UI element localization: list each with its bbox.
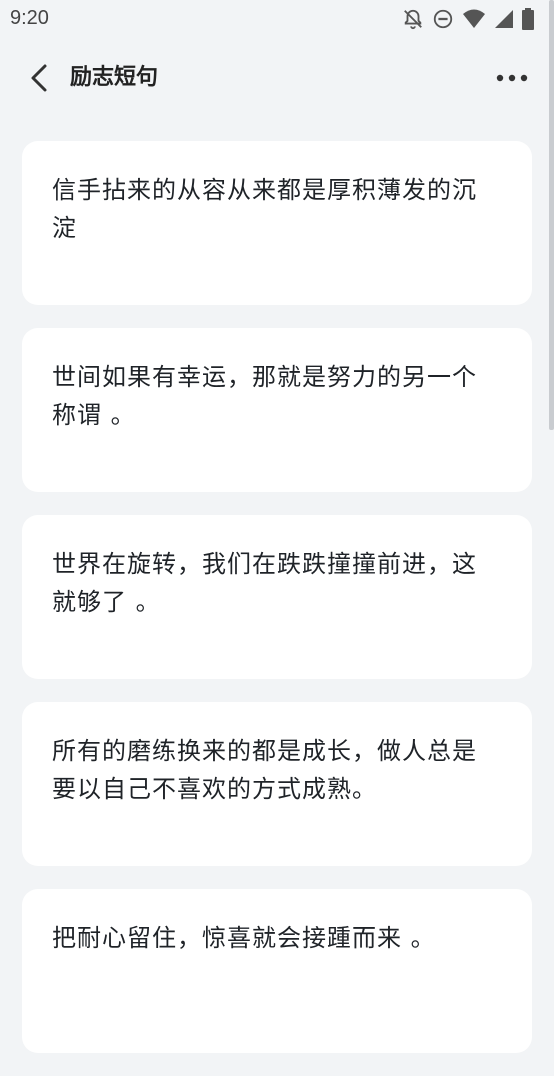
back-button[interactable] xyxy=(26,62,56,94)
status-time: 9:20 xyxy=(10,7,49,29)
more-options-button[interactable] xyxy=(492,62,532,94)
app-bar: 励志短句 xyxy=(0,50,554,106)
quote-text: 所有的磨练换来的都是成长，做人总是要以自己不喜欢的方式成熟。 xyxy=(52,737,477,803)
quote-list: 信手拈来的从容从来都是厚积薄发的沉淀 世间如果有幸运，那就是努力的另一个称谓 。… xyxy=(22,141,532,1076)
quote-text: 世界在旋转，我们在跌跌撞撞前进，这就够了 。 xyxy=(52,550,477,616)
wifi-icon xyxy=(462,8,486,30)
status-bar: 9:20 xyxy=(0,0,554,38)
cellular-signal-icon xyxy=(494,8,514,30)
quote-text: 把耐心留住，惊喜就会接踵而来 。 xyxy=(52,924,436,952)
battery-icon xyxy=(522,8,534,30)
scrollbar[interactable] xyxy=(549,0,554,430)
status-icons xyxy=(402,7,534,31)
notifications-off-icon xyxy=(402,8,424,30)
do-not-disturb-icon xyxy=(432,8,454,30)
quote-card[interactable]: 信手拈来的从容从来都是厚积薄发的沉淀 xyxy=(22,141,532,305)
quote-card[interactable]: 世间如果有幸运，那就是努力的另一个称谓 。 xyxy=(22,328,532,492)
more-horizontal-icon xyxy=(492,74,532,98)
quote-card[interactable]: 把耐心留住，惊喜就会接踵而来 。 xyxy=(22,889,532,1053)
chevron-left-icon xyxy=(26,64,56,98)
quote-text: 世间如果有幸运，那就是努力的另一个称谓 。 xyxy=(52,363,477,429)
quote-text: 信手拈来的从容从来都是厚积薄发的沉淀 xyxy=(52,176,477,242)
quote-card[interactable]: 所有的磨练换来的都是成长，做人总是要以自己不喜欢的方式成熟。 xyxy=(22,702,532,866)
page-title: 励志短句 xyxy=(70,65,159,90)
quote-card[interactable]: 世界在旋转，我们在跌跌撞撞前进，这就够了 。 xyxy=(22,515,532,679)
